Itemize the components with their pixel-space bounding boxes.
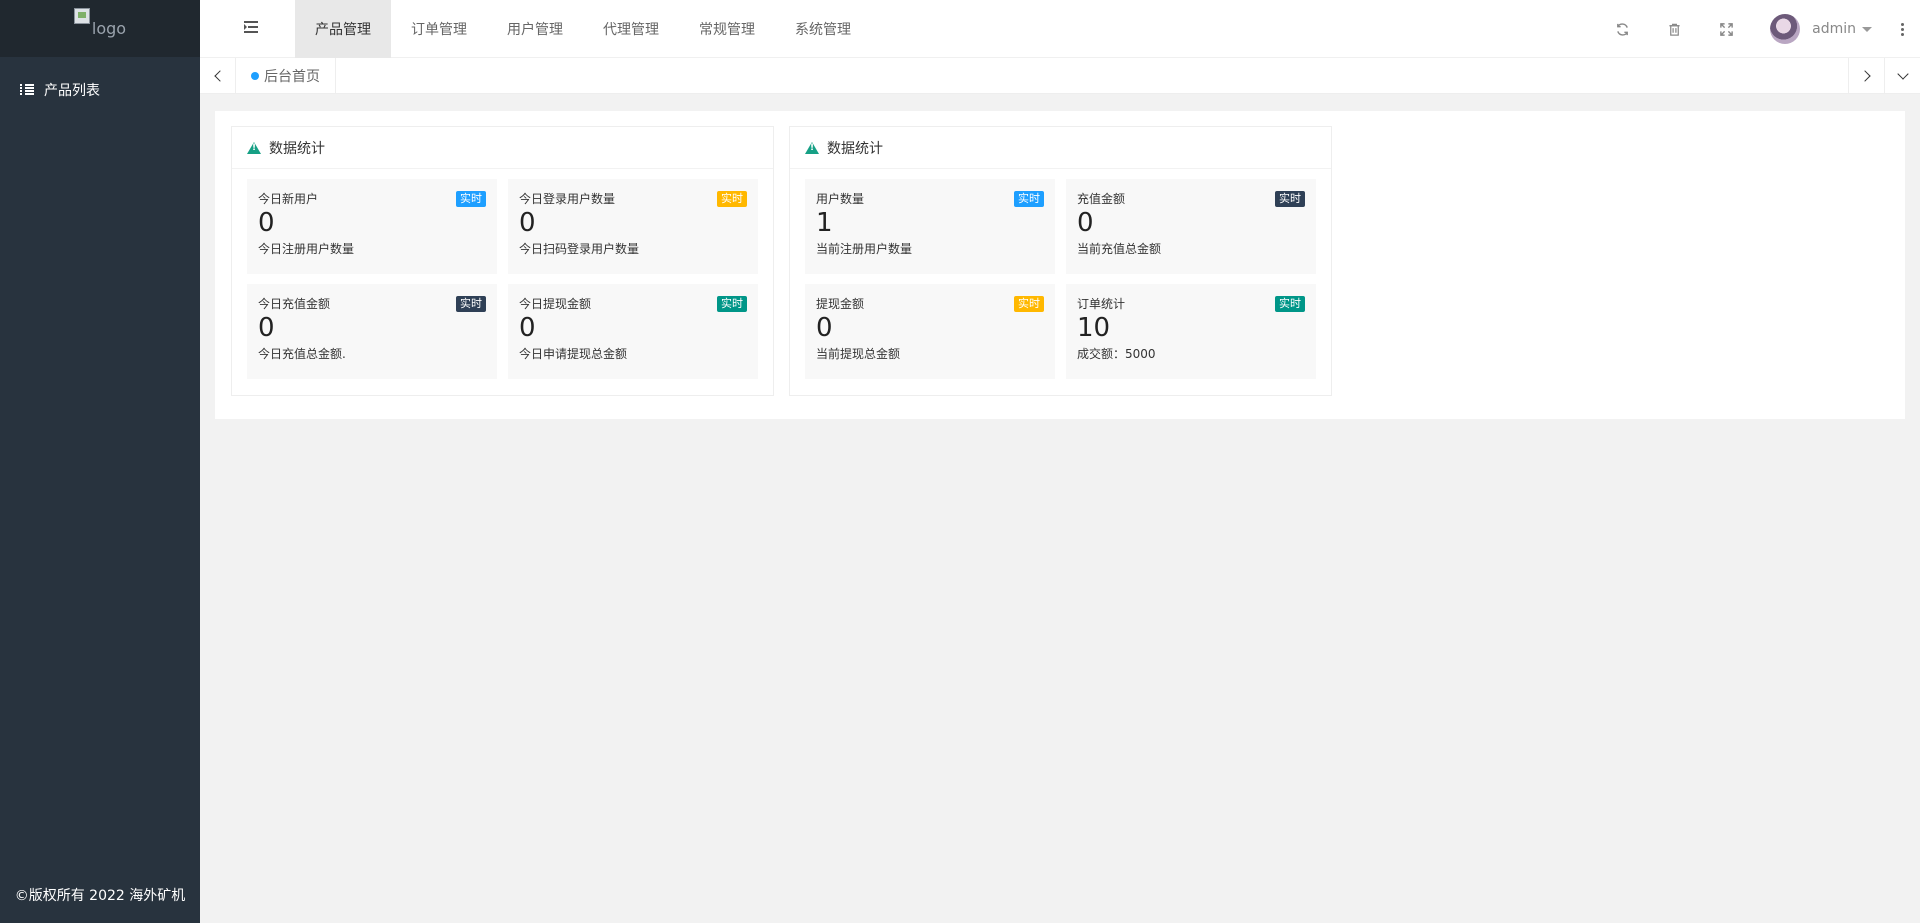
tab-home[interactable]: 后台首页	[236, 58, 336, 94]
broken-image-icon	[73, 8, 90, 24]
stats-card-today: 数据统计 今日新用户 实时 0 今日注册用户数量 今日登录用户数量 实时 0 今…	[231, 126, 774, 396]
logo-alt-text: logo	[91, 19, 127, 38]
nav-item-product[interactable]: 产品管理	[295, 0, 391, 58]
avatar	[1770, 14, 1801, 44]
stat-tile: 提现金额 实时 0 当前提现总金额	[805, 284, 1055, 379]
sidebar: logo 产品列表 ©版权所有 2022 海外矿机	[0, 0, 200, 923]
stat-tile: 今日提现金额 实时 0 今日申请提现总金额	[508, 284, 758, 379]
refresh-icon[interactable]	[1596, 0, 1648, 58]
card-header: 数据统计	[232, 127, 773, 169]
header-right: admin	[1596, 0, 1920, 58]
stats-card-total: 数据统计 用户数量 实时 1 当前注册用户数量 充值金额 实时 0 当前充值总金…	[789, 126, 1332, 396]
realtime-badge: 实时	[717, 296, 747, 312]
nav-item-system[interactable]: 系统管理	[775, 0, 871, 58]
stat-title: 今日登录用户数量	[519, 192, 616, 206]
stat-title: 用户数量	[816, 192, 865, 206]
card-title: 数据统计	[827, 140, 883, 157]
warning-icon	[805, 141, 819, 154]
tab-scroll-left-button[interactable]	[200, 58, 236, 94]
card-header: 数据统计	[790, 127, 1331, 169]
header: 产品管理 订单管理 用户管理 代理管理 常规管理 系统管理 admin	[200, 0, 1920, 58]
tab-scroll-right-button[interactable]	[1848, 58, 1884, 94]
stat-tile: 用户数量 实时 1 当前注册用户数量	[805, 179, 1055, 274]
stat-value: 0	[258, 208, 275, 238]
nav-item-general[interactable]: 常规管理	[679, 0, 775, 58]
chevron-left-icon	[213, 70, 226, 82]
stat-tile: 订单统计 实时 10 成交额：5000	[1066, 284, 1316, 379]
stat-value: 0	[816, 313, 833, 343]
list-icon	[20, 83, 34, 96]
realtime-badge: 实时	[717, 191, 747, 207]
stat-title: 今日新用户	[258, 192, 319, 206]
stat-description: 当前提现总金额	[816, 347, 901, 361]
fullscreen-icon[interactable]	[1700, 0, 1752, 58]
stat-value: 0	[1077, 208, 1094, 238]
stat-title: 充值金额	[1077, 192, 1126, 206]
stat-tile: 今日充值金额 实时 0 今日充值总金额.	[247, 284, 497, 379]
chevron-right-icon	[1858, 70, 1871, 82]
logo-area: logo	[0, 0, 200, 57]
stat-value: 0	[519, 313, 536, 343]
sidebar-item-label: 产品列表	[44, 82, 100, 99]
sidebar-item-product-list[interactable]: 产品列表	[0, 67, 200, 112]
stat-title: 订单统计	[1077, 297, 1126, 311]
stat-description: 今日扫码登录用户数量	[519, 242, 640, 256]
tabs-bar: 后台首页	[200, 58, 1920, 94]
stat-value: 1	[816, 208, 833, 238]
stat-value: 0	[258, 313, 275, 343]
top-nav: 产品管理 订单管理 用户管理 代理管理 常规管理 系统管理	[295, 0, 871, 58]
trash-icon[interactable]	[1648, 0, 1700, 58]
realtime-badge: 实时	[456, 296, 486, 312]
stat-description: 今日注册用户数量	[258, 242, 355, 256]
tab-home-label: 后台首页	[264, 69, 320, 85]
realtime-badge: 实时	[1014, 191, 1044, 207]
caret-down-icon	[1862, 26, 1872, 32]
card-title: 数据统计	[269, 140, 325, 157]
stat-value: 10	[1077, 313, 1111, 343]
realtime-badge: 实时	[1275, 191, 1305, 207]
main-panel: 数据统计 今日新用户 实时 0 今日注册用户数量 今日登录用户数量 实时 0 今…	[215, 111, 1905, 419]
nav-item-order[interactable]: 订单管理	[391, 0, 487, 58]
more-icon[interactable]	[1884, 0, 1920, 58]
stat-description: 当前注册用户数量	[816, 242, 913, 256]
tab-options-button[interactable]	[1884, 58, 1920, 94]
username: admin	[1812, 21, 1856, 37]
stat-value: 0	[519, 208, 536, 238]
realtime-badge: 实时	[1014, 296, 1044, 312]
stat-title: 今日充值金额	[258, 297, 331, 311]
nav-item-agent[interactable]: 代理管理	[583, 0, 679, 58]
copyright: ©版权所有 2022 海外矿机	[14, 888, 186, 904]
menu-toggle-icon[interactable]	[244, 20, 258, 34]
stat-description: 成交额：5000	[1077, 347, 1156, 361]
nav-item-user[interactable]: 用户管理	[487, 0, 583, 58]
stat-description: 今日申请提现总金额	[519, 347, 628, 361]
chevron-down-icon	[1896, 67, 1909, 80]
stat-description: 今日充值总金额.	[258, 347, 346, 361]
active-dot	[251, 72, 259, 80]
logo[interactable]: logo	[73, 8, 127, 38]
stat-tile: 今日新用户 实时 0 今日注册用户数量	[247, 179, 497, 274]
side-menu: 产品列表	[0, 57, 200, 112]
stat-title: 今日提现金额	[519, 297, 592, 311]
stat-tile: 今日登录用户数量 实时 0 今日扫码登录用户数量	[508, 179, 758, 274]
stat-tile: 充值金额 实时 0 当前充值总金额	[1066, 179, 1316, 274]
realtime-badge: 实时	[456, 191, 486, 207]
stat-description: 当前充值总金额	[1077, 242, 1162, 256]
warning-icon	[247, 141, 261, 154]
stat-title: 提现金额	[816, 297, 865, 311]
user-menu[interactable]: admin	[1752, 14, 1884, 44]
realtime-badge: 实时	[1275, 296, 1305, 312]
